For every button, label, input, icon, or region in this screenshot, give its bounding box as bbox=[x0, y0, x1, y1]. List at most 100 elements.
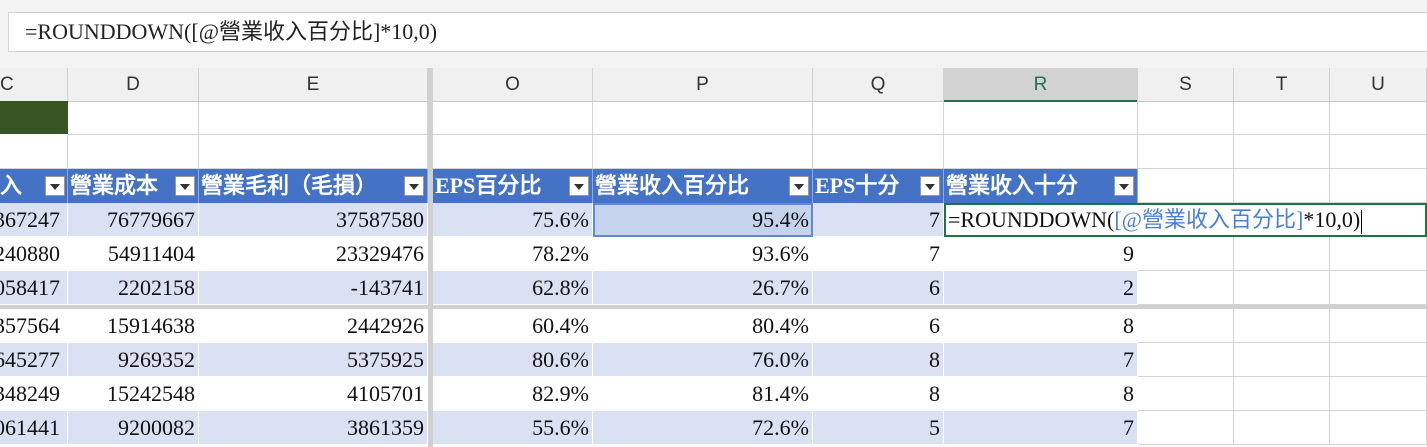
table-header-q[interactable]: EPS十分 bbox=[813, 169, 944, 203]
table-header-d[interactable]: 營業成本 bbox=[68, 169, 199, 203]
empty-cell[interactable] bbox=[1234, 411, 1330, 445]
empty-cell[interactable] bbox=[1138, 411, 1234, 445]
empty-cell[interactable] bbox=[1138, 169, 1234, 203]
filter-dropdown-icon[interactable] bbox=[569, 176, 589, 196]
horizontal-splitter[interactable] bbox=[0, 305, 1427, 309]
table-cell-e[interactable]: 4105701 bbox=[199, 377, 428, 411]
empty-cell[interactable] bbox=[1330, 411, 1427, 445]
table-cell-q[interactable]: 6 bbox=[813, 271, 944, 305]
empty-cell[interactable] bbox=[1234, 101, 1330, 135]
table-cell-c[interactable]: 348249 bbox=[0, 377, 68, 411]
table-cell-d[interactable]: 9269352 bbox=[68, 343, 199, 377]
table-cell-o[interactable]: 62.8% bbox=[433, 271, 593, 305]
empty-cell[interactable] bbox=[1234, 343, 1330, 377]
empty-cell[interactable] bbox=[1234, 271, 1330, 305]
empty-cell[interactable] bbox=[199, 135, 428, 169]
table-cell-p[interactable]: 81.4% bbox=[593, 377, 813, 411]
active-cell-editor[interactable]: =ROUNDDOWN([@營業收入百分比]*10,0) bbox=[944, 203, 1427, 237]
table-cell-p[interactable]: 95.4% bbox=[593, 203, 813, 237]
empty-cell[interactable] bbox=[1330, 135, 1427, 169]
table-cell-p[interactable]: 80.4% bbox=[593, 309, 813, 343]
filter-dropdown-icon[interactable] bbox=[175, 176, 195, 196]
table-header-c[interactable]: 收入 bbox=[0, 169, 68, 203]
filter-dropdown-icon[interactable] bbox=[45, 176, 65, 196]
empty-cell[interactable] bbox=[1234, 309, 1330, 343]
table-cell-c[interactable]: 367247 bbox=[0, 203, 68, 237]
empty-cell[interactable] bbox=[1138, 135, 1234, 169]
empty-cell[interactable] bbox=[1330, 377, 1427, 411]
filled-cell[interactable] bbox=[0, 101, 68, 134]
table-cell-e[interactable]: 3861359 bbox=[199, 411, 428, 445]
table-cell-c[interactable]: 240880 bbox=[0, 237, 68, 271]
table-cell-e[interactable]: 37587580 bbox=[199, 203, 428, 237]
table-cell-q[interactable]: 8 bbox=[813, 377, 944, 411]
table-cell-p[interactable]: 26.7% bbox=[593, 271, 813, 305]
column-header-q[interactable]: Q bbox=[813, 68, 944, 102]
column-header-e[interactable]: E bbox=[199, 68, 428, 102]
empty-cell[interactable] bbox=[0, 135, 68, 169]
table-cell-q[interactable]: 7 bbox=[813, 203, 944, 237]
table-cell-p[interactable]: 93.6% bbox=[593, 237, 813, 271]
column-header-o[interactable]: O bbox=[433, 68, 593, 102]
empty-cell[interactable] bbox=[433, 135, 593, 169]
empty-cell[interactable] bbox=[433, 101, 593, 135]
table-cell-d[interactable]: 54911404 bbox=[68, 237, 199, 271]
column-header-c[interactable]: C bbox=[0, 68, 68, 102]
table-cell-d[interactable]: 76779667 bbox=[68, 203, 199, 237]
table-cell-q[interactable]: 6 bbox=[813, 309, 944, 343]
table-cell-p[interactable]: 72.6% bbox=[593, 411, 813, 445]
empty-cell[interactable] bbox=[1234, 135, 1330, 169]
table-header-e[interactable]: 營業毛利（毛損） bbox=[199, 169, 428, 203]
table-cell-d[interactable]: 15242548 bbox=[68, 377, 199, 411]
table-header-p[interactable]: 營業收入百分比 bbox=[593, 169, 813, 203]
table-cell-r[interactable]: 9 bbox=[944, 237, 1138, 271]
empty-cell[interactable] bbox=[593, 101, 813, 135]
table-cell-e[interactable]: 23329476 bbox=[199, 237, 428, 271]
empty-cell[interactable] bbox=[1330, 271, 1427, 305]
table-cell-c[interactable]: 357564 bbox=[0, 309, 68, 343]
empty-cell[interactable] bbox=[813, 101, 944, 135]
empty-cell[interactable] bbox=[813, 135, 944, 169]
column-header-p[interactable]: P bbox=[593, 68, 813, 102]
empty-cell[interactable] bbox=[1330, 237, 1427, 271]
table-cell-o[interactable]: 60.4% bbox=[433, 309, 593, 343]
empty-cell[interactable] bbox=[1138, 343, 1234, 377]
column-header-t[interactable]: T bbox=[1234, 68, 1330, 102]
table-cell-r[interactable]: 8 bbox=[944, 309, 1138, 343]
empty-cell[interactable] bbox=[1234, 237, 1330, 271]
column-header-r[interactable]: R bbox=[944, 68, 1138, 102]
empty-cell[interactable] bbox=[593, 135, 813, 169]
table-cell-e[interactable]: 2442926 bbox=[199, 309, 428, 343]
table-cell-d[interactable]: 15914638 bbox=[68, 309, 199, 343]
table-cell-q[interactable]: 8 bbox=[813, 343, 944, 377]
empty-cell[interactable] bbox=[1234, 169, 1330, 203]
empty-cell[interactable] bbox=[1330, 101, 1427, 135]
table-cell-d[interactable]: 2202158 bbox=[68, 271, 199, 305]
table-cell-r[interactable]: 7 bbox=[944, 343, 1138, 377]
empty-cell[interactable] bbox=[944, 135, 1138, 169]
empty-cell[interactable] bbox=[944, 101, 1138, 135]
empty-cell[interactable] bbox=[1138, 309, 1234, 343]
table-cell-r[interactable]: 8 bbox=[944, 377, 1138, 411]
table-header-o[interactable]: EPS百分比 bbox=[433, 169, 593, 203]
table-cell-p[interactable]: 76.0% bbox=[593, 343, 813, 377]
table-cell-d[interactable]: 9200082 bbox=[68, 411, 199, 445]
table-cell-o[interactable]: 75.6% bbox=[433, 203, 593, 237]
empty-cell[interactable] bbox=[1234, 377, 1330, 411]
table-cell-e[interactable]: -143741 bbox=[199, 271, 428, 305]
empty-cell[interactable] bbox=[1330, 169, 1427, 203]
table-cell-c[interactable]: 061441 bbox=[0, 411, 68, 445]
formula-bar-input[interactable]: =ROUNDDOWN([@營業收入百分比]*10,0) bbox=[8, 12, 1427, 52]
table-cell-r[interactable]: 7 bbox=[944, 411, 1138, 445]
filter-dropdown-icon[interactable] bbox=[404, 176, 424, 196]
empty-cell[interactable] bbox=[68, 135, 199, 169]
table-cell-o[interactable]: 55.6% bbox=[433, 411, 593, 445]
table-cell-e[interactable]: 5375925 bbox=[199, 343, 428, 377]
table-cell-q[interactable]: 5 bbox=[813, 411, 944, 445]
empty-cell[interactable] bbox=[1138, 377, 1234, 411]
empty-cell[interactable] bbox=[1138, 101, 1234, 135]
table-cell-o[interactable]: 82.9% bbox=[433, 377, 593, 411]
filter-dropdown-icon[interactable] bbox=[789, 176, 809, 196]
filter-dropdown-icon[interactable] bbox=[1114, 176, 1134, 196]
empty-cell[interactable] bbox=[199, 101, 428, 135]
